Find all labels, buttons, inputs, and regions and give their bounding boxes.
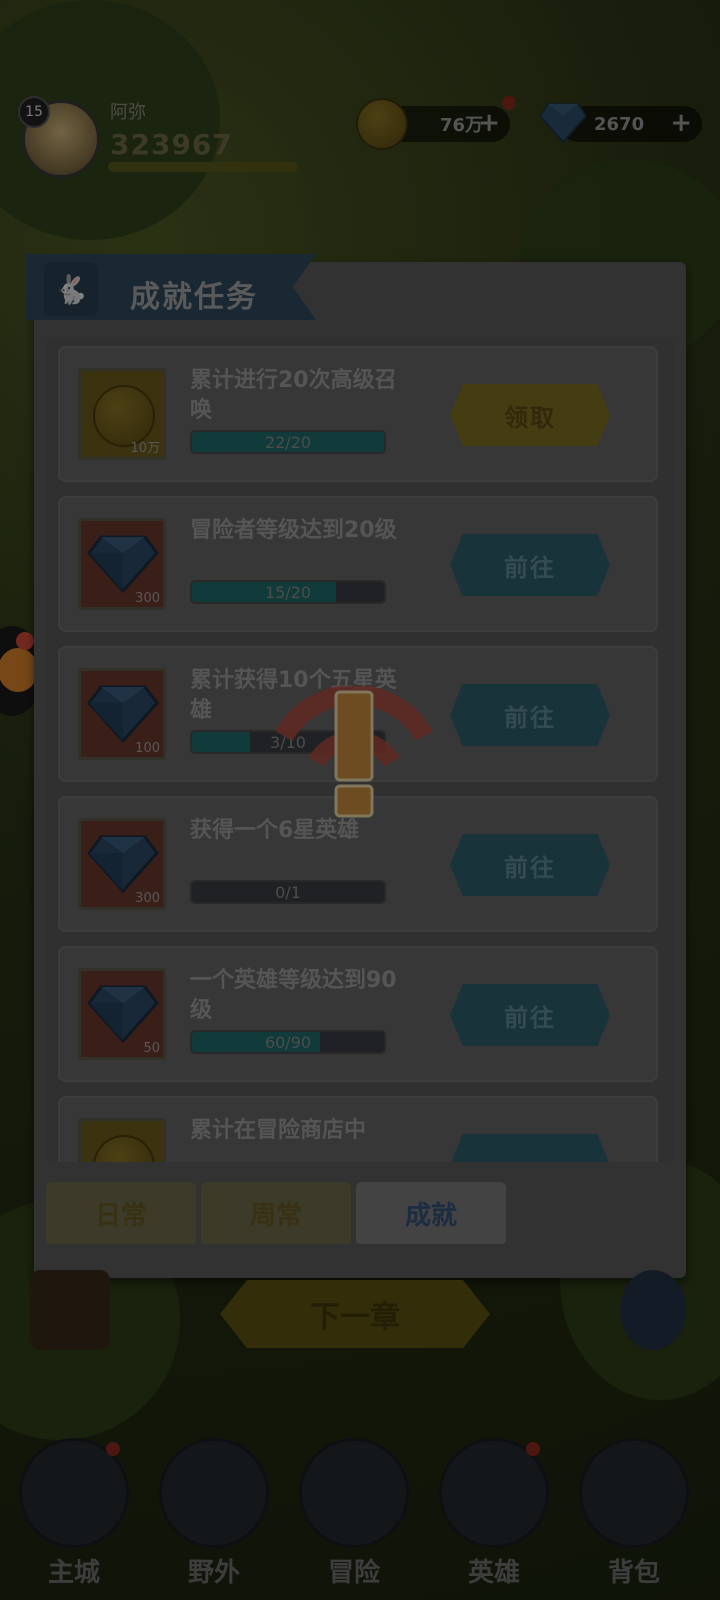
screen-dim-overlay [0, 0, 720, 1600]
